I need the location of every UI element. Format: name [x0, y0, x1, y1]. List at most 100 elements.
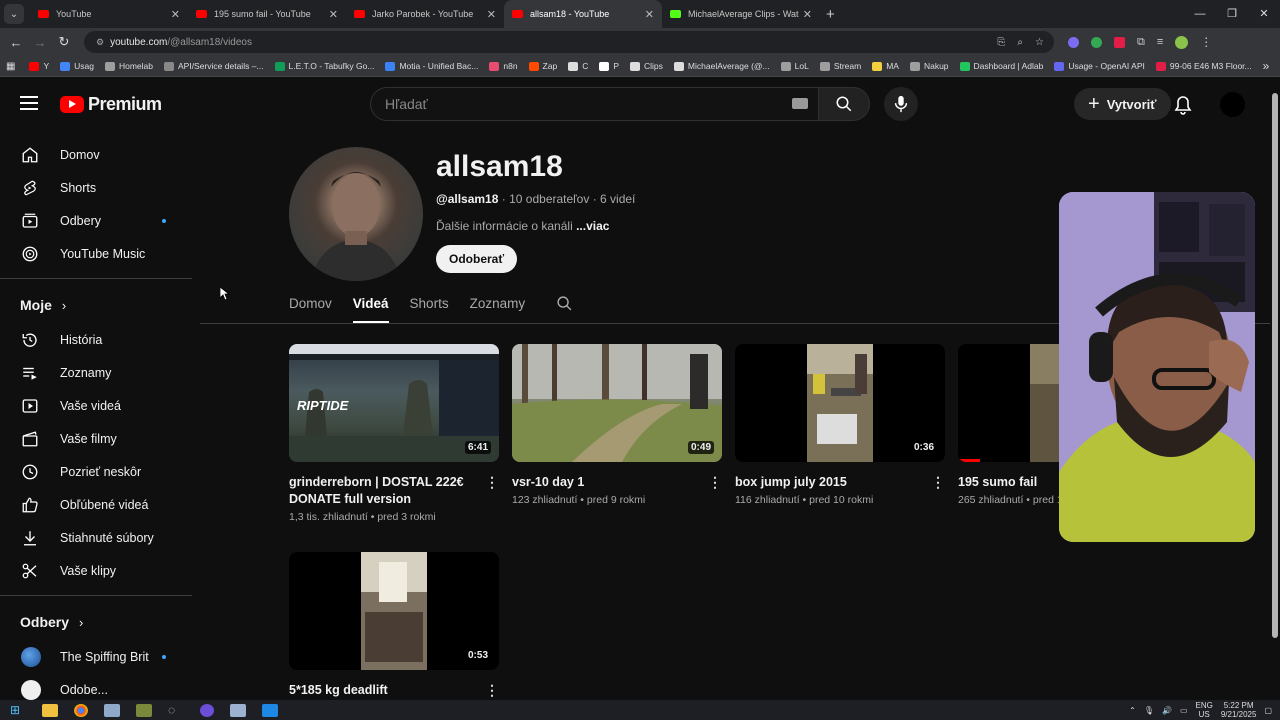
- bookmark-item[interactable]: P: [599, 61, 619, 71]
- tab-shorts[interactable]: Shorts: [410, 289, 449, 323]
- video-thumbnail[interactable]: [958, 344, 1059, 462]
- search-input[interactable]: Hľadať: [370, 87, 818, 121]
- app-icon[interactable]: [136, 703, 152, 717]
- notifications-bell-icon[interactable]: [1174, 95, 1192, 115]
- close-tab-icon[interactable]: ✕: [171, 8, 180, 21]
- bookmark-item[interactable]: Y: [29, 61, 49, 71]
- sidebar-item-va-e-vide-[interactable]: Vaše videá: [0, 389, 200, 422]
- bookmark-item[interactable]: Usage - OpenAI API: [1054, 61, 1145, 71]
- extensions-puzzle-icon[interactable]: ⧉: [1137, 36, 1145, 49]
- bookmark-item[interactable]: Motia - Unified Bac...: [385, 61, 478, 71]
- video-card[interactable]: 195 sumo fail 265 zhliadnutí • pred 1: [958, 344, 1059, 524]
- video-title[interactable]: grinderreborn | DOSTAL 222€ DONATE full …: [289, 474, 469, 508]
- bookmark-item[interactable]: API/Service details –...: [164, 61, 264, 71]
- page-scrollbar[interactable]: [1270, 77, 1280, 700]
- video-thumbnail[interactable]: RIPTIDE 6:41: [289, 344, 499, 462]
- bookmark-item[interactable]: Stream: [819, 61, 861, 71]
- obs-icon[interactable]: [200, 703, 214, 717]
- address-bar[interactable]: ⚙ youtube.com/@allsam18/videos ⎘ ⌕ ☆: [84, 31, 1054, 53]
- video-thumbnail[interactable]: 0:49: [512, 344, 722, 462]
- video-card[interactable]: 0:36 box jump july 2015 116 zhliadnutí •…: [735, 344, 945, 506]
- windows-start-icon[interactable]: ⊞: [10, 703, 26, 717]
- install-app-icon[interactable]: ⎘: [997, 37, 1005, 48]
- browser-tab-jarko[interactable]: Jarko Parobek - YouTube ✕: [346, 0, 504, 28]
- file-explorer-icon[interactable]: [42, 703, 58, 717]
- bookmark-item[interactable]: L.E.T.O - Tabuľky Go...: [274, 61, 374, 71]
- account-avatar[interactable]: [1220, 92, 1245, 117]
- clock[interactable]: 5:22 PM 9/21/2025: [1221, 701, 1257, 719]
- more-bookmarks-icon[interactable]: »: [1263, 59, 1280, 73]
- reload-icon[interactable]: ↻: [52, 34, 76, 50]
- scrollbar-thumb[interactable]: [1272, 93, 1278, 638]
- notifications-icon[interactable]: ▢: [1264, 706, 1272, 715]
- close-tab-icon[interactable]: ✕: [645, 8, 654, 21]
- new-tab-button[interactable]: +: [826, 6, 835, 23]
- video-card[interactable]: 0:49 vsr-10 day 1 123 zhliadnutí • pred …: [512, 344, 722, 506]
- app-icon[interactable]: [262, 703, 278, 717]
- bookmark-item[interactable]: Nakup: [909, 61, 949, 71]
- sidebar-item-zoznamy[interactable]: Zoznamy: [0, 356, 200, 389]
- sidebar-item-ob-ben-vide-[interactable]: Obľúbené videá: [0, 488, 200, 521]
- sidebar-item-shorts[interactable]: Shorts: [0, 171, 200, 204]
- bookmark-item[interactable]: n8n: [489, 61, 518, 71]
- sidebar-sub-channel[interactable]: Odobe...: [0, 673, 200, 700]
- video-title[interactable]: box jump july 2015: [735, 474, 915, 491]
- bookmark-item[interactable]: Zap: [528, 61, 557, 71]
- sidebar-item-pozrie-nesk-r[interactable]: Pozrieť neskôr: [0, 455, 200, 488]
- minimize-icon[interactable]: —: [1184, 0, 1216, 28]
- video-title[interactable]: vsr-10 day 1: [512, 474, 692, 491]
- close-tab-icon[interactable]: ✕: [803, 8, 812, 21]
- channel-avatar-large[interactable]: [289, 147, 423, 281]
- tab-home[interactable]: Domov: [289, 289, 332, 323]
- bookmark-item[interactable]: MichaelAverage (@...: [673, 61, 770, 71]
- bookmark-star-icon[interactable]: ☆: [1035, 37, 1044, 48]
- tab-videos[interactable]: Videá: [352, 289, 389, 323]
- subscribe-button[interactable]: Odoberať: [436, 245, 518, 273]
- search-button[interactable]: [818, 87, 870, 121]
- extension-icon[interactable]: [1091, 36, 1102, 48]
- apps-grid-icon[interactable]: ▦: [6, 61, 15, 72]
- back-icon[interactable]: ←: [4, 35, 28, 50]
- bookmark-item[interactable]: C: [568, 61, 588, 71]
- restore-icon[interactable]: ❐: [1216, 0, 1248, 28]
- sidebar-section-you[interactable]: Moje ›: [0, 287, 200, 323]
- forward-icon[interactable]: →: [28, 35, 52, 50]
- more-link[interactable]: ...viac: [576, 219, 609, 233]
- language-indicator[interactable]: ENG US: [1196, 701, 1213, 719]
- video-card[interactable]: RIPTIDE 6:41 grinderreborn | DOSTAL 222€…: [289, 344, 499, 523]
- browser-tab-allsam18[interactable]: allsam18 - YouTube ✕: [504, 0, 662, 28]
- sidebar-item-youtube-music[interactable]: YouTube Music: [0, 237, 200, 270]
- site-info-icon[interactable]: ⚙: [96, 37, 104, 48]
- video-menu-icon[interactable]: ⋮: [485, 682, 499, 699]
- channel-description[interactable]: Ďalšie informácie o kanáli ...viac: [436, 219, 609, 233]
- close-tab-icon[interactable]: ✕: [329, 8, 338, 21]
- sidebar-item-hist-ria[interactable]: História: [0, 323, 200, 356]
- volume-icon[interactable]: 🔊: [1162, 706, 1172, 715]
- tab-playlists[interactable]: Zoznamy: [470, 289, 526, 323]
- zoom-icon[interactable]: ⌕: [1017, 37, 1023, 48]
- bookmark-item[interactable]: Clips: [630, 61, 663, 71]
- bookmark-item[interactable]: MA: [872, 61, 899, 71]
- youtube-premium-logo[interactable]: Premium: [60, 94, 162, 115]
- sidebar-item-domov[interactable]: Domov: [0, 138, 200, 171]
- keyboard-icon[interactable]: [792, 98, 808, 109]
- network-icon[interactable]: ▭: [1180, 706, 1188, 715]
- video-thumbnail[interactable]: 0:53: [289, 552, 499, 670]
- microphone-tray-icon[interactable]: 🎙: [1144, 706, 1154, 715]
- bookmark-item[interactable]: Usag: [60, 61, 94, 71]
- browser-menu-icon[interactable]: ⋮: [1200, 35, 1212, 49]
- sidebar-item-stiahnut-s-bory[interactable]: Stiahnuté súbory: [0, 521, 200, 554]
- video-thumbnail[interactable]: 0:36: [735, 344, 945, 462]
- browser-tab-youtube[interactable]: YouTube ✕: [30, 0, 188, 28]
- voice-search-button[interactable]: [884, 87, 918, 121]
- extension-icon[interactable]: [1068, 36, 1079, 48]
- video-menu-icon[interactable]: ⋮: [931, 474, 945, 491]
- create-button[interactable]: + Vytvoriť: [1074, 88, 1171, 120]
- extension-icon[interactable]: [1114, 36, 1125, 48]
- app-icon[interactable]: [104, 703, 120, 717]
- video-title[interactable]: 195 sumo fail: [958, 474, 1059, 491]
- bookmark-item[interactable]: LoL: [780, 61, 809, 71]
- sidebar-section-subscriptions[interactable]: Odbery ›: [0, 604, 200, 640]
- sidebar-item-va-e-filmy[interactable]: Vaše filmy: [0, 422, 200, 455]
- profile-avatar[interactable]: [1175, 35, 1189, 49]
